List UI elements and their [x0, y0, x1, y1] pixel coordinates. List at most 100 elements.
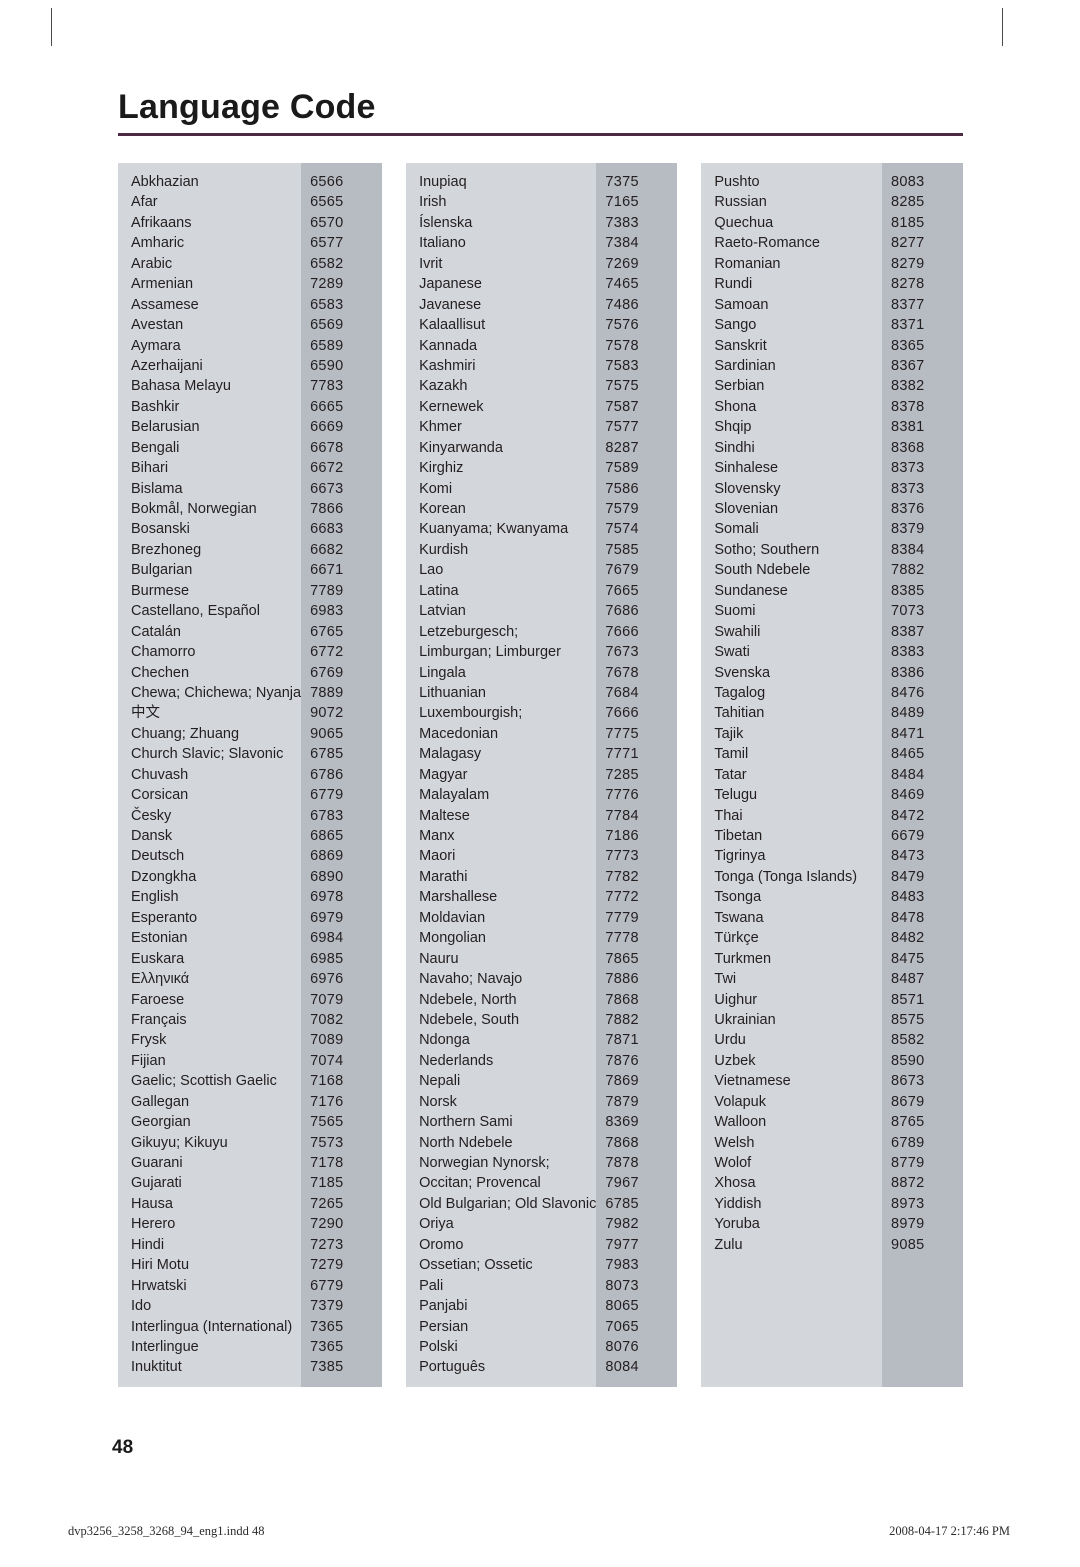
- language-name: Tigrinya: [714, 848, 766, 865]
- language-code: 8872: [891, 1175, 925, 1192]
- language-name: Northern Sami: [419, 1114, 513, 1131]
- language-name: Latina: [419, 582, 459, 599]
- language-name: Tagalog: [714, 684, 766, 701]
- language-code: 6985: [310, 950, 344, 967]
- footer-file-slug: dvp3256_3258_3268_94_eng1.indd 48: [68, 1524, 265, 1538]
- language-name: Oriya: [419, 1216, 454, 1233]
- language-name: Bahasa Melayu: [131, 378, 231, 395]
- language-code: 6565: [310, 194, 344, 211]
- language-code: 7673: [605, 644, 639, 661]
- language-code: 7290: [310, 1216, 344, 1233]
- language-name: Limburgan; Limburger: [419, 644, 561, 661]
- language-code: 8073: [605, 1277, 639, 1294]
- language-code: 7576: [605, 317, 639, 334]
- language-name: Moldavian: [419, 909, 486, 926]
- language-code: 6569: [310, 317, 344, 334]
- language-code: 8476: [891, 684, 925, 701]
- language-code: 6577: [310, 235, 344, 252]
- language-name: Hausa: [131, 1195, 173, 1212]
- language-code: 7869: [605, 1073, 639, 1090]
- language-code: 7269: [605, 255, 639, 272]
- language-name: Walloon: [714, 1114, 767, 1131]
- language-name: Azerhaijani: [131, 357, 203, 374]
- language-code: 8479: [891, 868, 925, 885]
- language-code: 8287: [605, 439, 639, 456]
- language-code: 6589: [310, 337, 344, 354]
- language-code: 7666: [605, 705, 639, 722]
- crop-mark-top-right: [1002, 8, 1003, 46]
- language-code: 6765: [310, 623, 344, 640]
- language-code: 8185: [891, 214, 925, 231]
- language-code: 7783: [310, 378, 344, 395]
- language-name: Urdu: [714, 1032, 746, 1049]
- language-code: 8765: [891, 1114, 925, 1131]
- language-code: 7779: [605, 909, 639, 926]
- language-code: 6869: [310, 848, 344, 865]
- language-code: 8278: [891, 276, 925, 293]
- language-code: 6678: [310, 439, 344, 456]
- language-code: 8367: [891, 357, 925, 374]
- language-name: Kannada: [419, 337, 478, 354]
- language-name: South Ndebele: [714, 562, 811, 579]
- language-name: Pushto: [714, 174, 760, 190]
- language-name: Português: [419, 1359, 486, 1376]
- language-name: Burmese: [131, 582, 190, 599]
- language-name: Javanese: [419, 296, 482, 313]
- language-name: Norsk: [419, 1093, 457, 1110]
- language-code-table: Abkhazian Afar Afrikaans Amharic Arabic Armen…: [118, 163, 963, 1387]
- language-name: Castellano, Español: [131, 603, 260, 620]
- language-code: 8473: [891, 848, 925, 865]
- title-underline-rule: [118, 133, 963, 136]
- language-name: Italiano: [419, 235, 466, 252]
- language-code: 7967: [605, 1175, 639, 1192]
- language-name: Korean: [419, 501, 466, 517]
- language-code: 7265: [310, 1195, 344, 1212]
- language-code: 8384: [891, 541, 925, 558]
- language-name: Estonian: [131, 930, 188, 947]
- language-code: 6984: [310, 930, 344, 947]
- language-code: 8582: [891, 1032, 925, 1049]
- language-code: 7886: [605, 971, 639, 988]
- language-name: Tatar: [714, 766, 747, 783]
- language-name: Maltese: [419, 807, 470, 824]
- language-code: 7977: [605, 1236, 639, 1253]
- language-name: Íslenska: [419, 214, 473, 231]
- language-name: Bengali: [131, 439, 180, 456]
- language-name: Zulu: [714, 1236, 743, 1253]
- language-code: 8369: [605, 1114, 639, 1131]
- language-name: Telugu: [714, 787, 758, 804]
- language-name: Ndebele, South: [419, 1011, 520, 1028]
- language-code: 6976: [310, 971, 344, 988]
- language-code: 8371: [891, 317, 925, 334]
- language-code: 6785: [310, 746, 344, 763]
- language-code: 7065: [605, 1318, 639, 1335]
- language-code: 7168: [310, 1073, 344, 1090]
- language-name: Lao: [419, 562, 444, 579]
- language-code: 8386: [891, 664, 925, 681]
- language-name: Wolof: [714, 1155, 752, 1171]
- language-code: 6673: [310, 480, 344, 497]
- language-name: Nauru: [419, 950, 459, 967]
- language-code: 8571: [891, 991, 925, 1008]
- language-name: Uzbek: [714, 1052, 756, 1069]
- language-code: 7587: [605, 398, 639, 415]
- language-name: Ido: [131, 1298, 152, 1315]
- language-name: 中文: [131, 705, 160, 722]
- language-code: 7583: [605, 357, 639, 374]
- language-name: Gallegan: [131, 1093, 190, 1110]
- language-name: Français: [131, 1011, 187, 1028]
- language-name: Suomi: [714, 603, 756, 620]
- language-name: Aymara: [131, 337, 181, 354]
- language-code: 7165: [605, 194, 639, 211]
- language-code: 7285: [605, 766, 639, 783]
- language-name: Shona: [714, 398, 757, 415]
- language-code: 7778: [605, 930, 639, 947]
- language-name: Fijian: [131, 1052, 166, 1069]
- language-name: Catalán: [131, 623, 181, 640]
- language-name: Khmer: [419, 419, 462, 436]
- language-name: Corsican: [131, 787, 189, 804]
- language-code: 6786: [310, 766, 344, 783]
- language-code: 8482: [891, 930, 925, 947]
- language-name: Welsh: [714, 1134, 755, 1151]
- language-name: Occitan; Provencal: [419, 1175, 541, 1192]
